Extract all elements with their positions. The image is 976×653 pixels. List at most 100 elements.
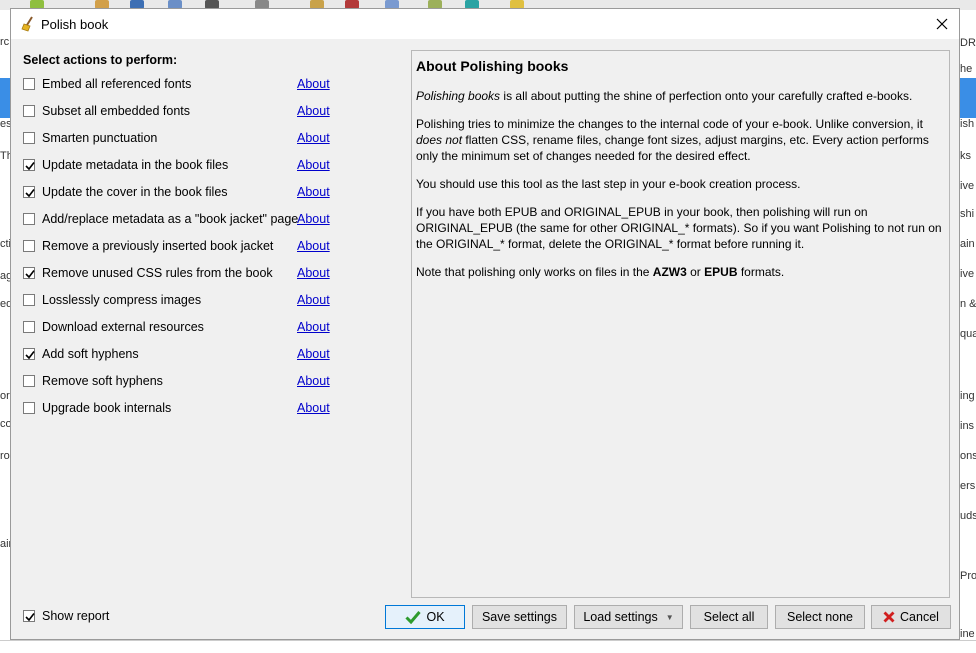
checkmark-icon: [25, 613, 35, 622]
about-emphasis: Polishing books: [416, 89, 501, 103]
about-paragraph: If you have both EPUB and ORIGINAL_EPUB …: [416, 205, 942, 251]
load-settings-label: Load settings: [583, 610, 658, 624]
bg-text: rc: [0, 36, 10, 48]
checkbox[interactable]: [23, 610, 35, 622]
ok-button[interactable]: OK: [385, 605, 465, 629]
about-link[interactable]: About: [297, 374, 330, 388]
action-option[interactable]: Add/replace metadata as a "book jacket" …: [23, 211, 333, 229]
about-text: is all about putting the shine of perfec…: [500, 89, 913, 103]
about-paragraph: Note that polishing only works on files …: [416, 264, 948, 280]
bg-text: ive: [960, 180, 975, 192]
show-report-checkbox[interactable]: Show report: [23, 608, 143, 626]
action-option[interactable]: Losslessly compress images About: [23, 292, 333, 310]
format-epub: EPUB: [704, 265, 738, 279]
about-link[interactable]: About: [297, 212, 330, 226]
action-option[interactable]: Update metadata in the book files About: [23, 157, 333, 175]
checkbox[interactable]: [23, 321, 35, 333]
load-settings-button[interactable]: Load settings ▼: [574, 605, 683, 629]
action-label: Subset all embedded fonts: [42, 104, 191, 118]
checkmark-icon: [25, 189, 35, 198]
selected-row-highlight: [960, 78, 976, 118]
about-text: Polishing tries to minimize the changes …: [416, 117, 923, 131]
action-option[interactable]: Smarten punctuation About: [23, 130, 333, 148]
about-text: flatten CSS, rename files, change font s…: [416, 133, 929, 163]
bg-text: he: [960, 63, 973, 75]
about-paragraph: Polishing tries to minimize the changes …: [416, 116, 948, 164]
bg-text: ers: [960, 480, 976, 492]
checkbox[interactable]: [23, 132, 35, 144]
select-all-button[interactable]: Select all: [690, 605, 768, 629]
action-option[interactable]: Download external resources About: [23, 319, 333, 337]
checkmark-icon: [25, 162, 35, 171]
bg-text: shi: [960, 208, 975, 220]
action-label: Embed all referenced fonts: [42, 77, 192, 91]
polish-book-dialog: Polish book Select actions to perform: E…: [10, 8, 960, 640]
checkbox[interactable]: [23, 375, 35, 387]
about-link[interactable]: About: [297, 77, 330, 91]
checkbox[interactable]: [23, 240, 35, 252]
action-option[interactable]: Remove soft hyphens About: [23, 373, 333, 391]
cancel-label: Cancel: [900, 610, 939, 624]
bg-text: ons: [960, 450, 976, 462]
about-link[interactable]: About: [297, 266, 330, 280]
save-settings-button[interactable]: Save settings: [472, 605, 567, 629]
window-title: Polish book: [41, 17, 109, 32]
action-label: Update the cover in the book files: [42, 185, 228, 199]
action-label: Download external resources: [42, 320, 204, 334]
checkbox[interactable]: [23, 213, 35, 225]
about-link[interactable]: About: [297, 185, 330, 199]
action-option[interactable]: Subset all embedded fonts About: [23, 103, 333, 121]
about-link[interactable]: About: [297, 239, 330, 253]
ok-check-icon: [405, 610, 422, 624]
background-statusbar: [0, 640, 976, 653]
select-none-label: Select none: [786, 610, 854, 624]
bg-text: ain: [960, 238, 975, 250]
action-option[interactable]: Add soft hyphens About: [23, 346, 333, 364]
about-link[interactable]: About: [297, 158, 330, 172]
cancel-x-icon: [883, 611, 895, 623]
bg-text: Pro: [960, 570, 976, 582]
about-paragraph: You should use this tool as the last ste…: [416, 177, 801, 191]
about-link[interactable]: About: [297, 293, 330, 307]
action-option[interactable]: Upgrade book internals About: [23, 400, 333, 418]
checkbox[interactable]: [23, 78, 35, 90]
action-option[interactable]: Remove unused CSS rules from the book Abo…: [23, 265, 333, 283]
close-button[interactable]: [931, 13, 953, 35]
action-label: Add/replace metadata as a "book jacket" …: [42, 212, 299, 226]
about-text: or: [686, 265, 705, 279]
about-link[interactable]: About: [297, 401, 330, 415]
action-option[interactable]: Update the cover in the book files About: [23, 184, 333, 202]
checkbox[interactable]: [23, 186, 35, 198]
about-link[interactable]: About: [297, 320, 330, 334]
action-label: Add soft hyphens: [42, 347, 139, 361]
action-label: Remove soft hyphens: [42, 374, 163, 388]
checkbox[interactable]: [23, 348, 35, 360]
about-emphasis: does not: [416, 133, 463, 147]
about-link[interactable]: About: [297, 347, 330, 361]
about-link[interactable]: About: [297, 104, 330, 118]
about-text: Note that polishing only works on files …: [416, 265, 653, 279]
bg-text: ive: [960, 268, 975, 280]
checkbox[interactable]: [23, 402, 35, 414]
checkbox[interactable]: [23, 294, 35, 306]
actions-heading: Select actions to perform:: [23, 53, 178, 67]
select-none-button[interactable]: Select none: [775, 605, 865, 629]
cancel-button[interactable]: Cancel: [871, 605, 951, 629]
action-label: Smarten punctuation: [42, 131, 158, 145]
about-link[interactable]: About: [297, 131, 330, 145]
bg-text: DR: [960, 37, 976, 49]
action-label: Update metadata in the book files: [42, 158, 229, 172]
action-label: Remove a previously inserted book jacket: [42, 239, 274, 253]
action-label: Remove unused CSS rules from the book: [42, 266, 273, 280]
checkbox[interactable]: [23, 105, 35, 117]
action-option[interactable]: Embed all referenced fonts About: [23, 76, 333, 94]
checkmark-icon: [25, 270, 35, 279]
checkbox[interactable]: [23, 267, 35, 279]
save-settings-label: Save settings: [481, 610, 558, 624]
bg-text: ins: [960, 420, 975, 432]
action-label: Upgrade book internals: [42, 401, 172, 415]
checkbox[interactable]: [23, 159, 35, 171]
background-library-right: DR he ish ks ive shi ain ive n & qua ing…: [960, 10, 976, 652]
action-option[interactable]: Remove a previously inserted book jacket…: [23, 238, 333, 256]
action-label: Losslessly compress images: [42, 293, 202, 307]
